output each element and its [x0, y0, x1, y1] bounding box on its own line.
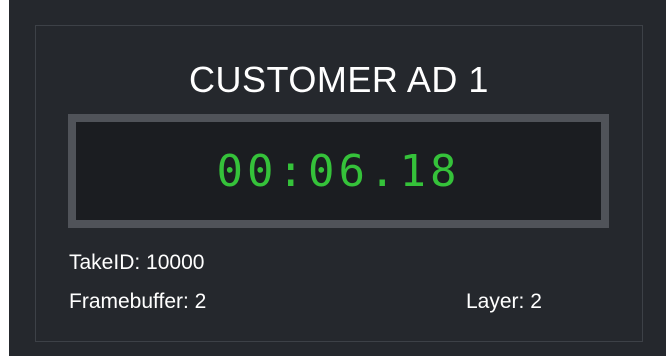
- clip-title: CUSTOMER AD 1: [189, 59, 489, 100]
- take-id-label: TakeID: 10000: [69, 251, 205, 274]
- channel-panel: CUSTOMER AD 1 00:06.18 TakeID: 10000 Fra…: [35, 25, 643, 342]
- playout-window: CUSTOMER AD 1 00:06.18 TakeID: 10000 Fra…: [9, 0, 666, 356]
- timer-display: 00:06.18: [68, 114, 609, 228]
- timer-screen: 00:06.18: [76, 122, 601, 220]
- layer-label: Layer: 2: [466, 290, 542, 313]
- timer-value: 00:06.18: [216, 146, 461, 197]
- framebuffer-label: Framebuffer: 2: [69, 290, 207, 313]
